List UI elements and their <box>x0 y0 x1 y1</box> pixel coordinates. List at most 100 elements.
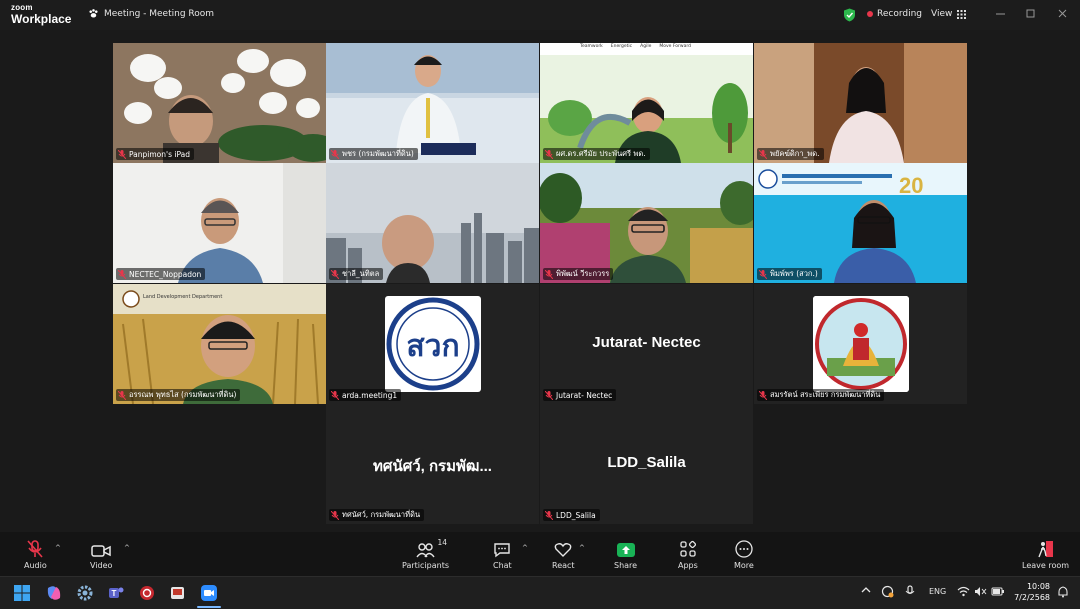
video-tile-panpimon[interactable]: Panpimon's iPad <box>113 43 326 163</box>
audio-options-chevron-icon[interactable]: ^ <box>55 544 61 552</box>
clock-date: 7/2/2568 <box>1014 593 1050 602</box>
audio-button[interactable]: Audio <box>24 538 47 570</box>
participant-video <box>113 43 326 163</box>
recording-dot-icon <box>867 11 873 17</box>
share-button[interactable]: Share <box>614 538 637 570</box>
video-tile-active-speaker[interactable]: Teamwork Energetic Agile Move Forward ผศ… <box>540 43 753 163</box>
muted-mic-icon <box>331 510 339 520</box>
copilot-icon[interactable] <box>45 584 63 602</box>
tray-overflow-chevron-icon[interactable] <box>861 585 871 597</box>
view-label: View <box>931 9 953 19</box>
tray-language[interactable]: ENG <box>929 587 946 596</box>
video-tile-nectec-noppadon[interactable]: NECTEC_Noppadon <box>113 163 326 283</box>
participant-label: พิพัฒน์ วีระกวรร <box>543 268 614 280</box>
video-tile-phimphon[interactable]: 20 พิมพ์พร (สวก.) <box>754 163 967 283</box>
teams-icon[interactable]: T <box>107 584 125 602</box>
video-button[interactable]: Video <box>90 538 112 570</box>
tray-mic-icon[interactable] <box>905 585 915 598</box>
participant-label: พชร (กรมพัฒนาที่ดิน) <box>329 148 418 160</box>
participant-label: ชาลี_นทิตล <box>329 268 384 280</box>
video-tile-phiphat[interactable]: พิพัฒน์ วีระกวรร <box>540 163 753 283</box>
leave-room-button[interactable]: Leave room <box>1022 538 1069 570</box>
muted-mic-icon <box>27 540 43 558</box>
emblem-avatar <box>813 296 909 392</box>
battery-icon[interactable] <box>991 586 1005 597</box>
video-tile-arda-meeting1[interactable]: สวก arda.meeting1 <box>326 284 539 404</box>
clock-time: 10:08 <box>1026 582 1050 591</box>
muted-mic-icon <box>545 390 553 400</box>
chat-options-chevron-icon[interactable]: ^ <box>522 544 528 552</box>
svg-text:T: T <box>112 589 117 598</box>
video-camera-icon <box>91 545 111 557</box>
settings-gear-icon[interactable] <box>76 584 94 602</box>
maximize-icon[interactable] <box>1023 6 1037 20</box>
snipping-tool-icon[interactable] <box>169 584 187 602</box>
meeting-paw-icon <box>89 9 98 18</box>
muted-mic-icon <box>545 149 553 159</box>
zoom-logo: zoom Workplace <box>11 4 71 26</box>
close-icon[interactable] <box>1055 6 1069 20</box>
muted-mic-icon <box>545 269 553 279</box>
title-bar: zoom Workplace Meeting - Meeting Room Re… <box>0 0 1080 30</box>
svg-text:สวก: สวก <box>406 329 459 364</box>
meeting-info[interactable]: Meeting - Meeting Room <box>88 8 214 19</box>
participants-icon <box>415 543 435 558</box>
video-tile-samonrat[interactable]: สมรรัตน์ สระเพียร กรมพัฒนาที่ดิน <box>754 284 967 404</box>
participant-video <box>540 163 753 283</box>
participant-label: สมรรัตน์ สระเพียร กรมพัฒนาที่ดิน <box>757 389 885 401</box>
muted-mic-icon <box>118 269 126 279</box>
muted-mic-icon <box>759 390 767 400</box>
recording-label: Recording <box>877 9 923 19</box>
minimize-icon[interactable] <box>993 6 1007 20</box>
video-tile-jutarat[interactable]: Jutarat- Nectec Jutarat- Nectec <box>540 284 753 404</box>
video-tile-thosanat[interactable]: ทศนัศว์, กรมพัฒ... ทศนัศว์, กรมพัฒนาที่ด… <box>326 404 539 524</box>
chat-button[interactable]: Chat <box>493 538 512 570</box>
more-button[interactable]: More <box>734 538 754 570</box>
share-screen-icon <box>616 543 635 557</box>
windows-start-icon[interactable] <box>13 584 31 602</box>
apps-button[interactable]: Apps <box>678 538 698 570</box>
participant-label: NECTEC_Noppadon <box>116 268 206 280</box>
participants-button[interactable]: 14 Participants <box>402 538 449 570</box>
system-clock[interactable]: 10:08 7/2/2568 <box>1010 581 1050 603</box>
chat-bubble-icon <box>494 543 511 558</box>
participant-video <box>113 163 326 283</box>
participant-display-name: ทศนัศว์, กรมพัฒ... <box>373 458 492 475</box>
muted-mic-icon <box>759 269 767 279</box>
video-tile-ldd-salila[interactable]: LDD_Salila LDD_Salila <box>540 404 753 524</box>
participant-label: Jutarat- Nectec <box>543 389 617 401</box>
video-tile-phayakdika[interactable]: พยัคฆ์ดิกา_พด. <box>754 43 967 163</box>
muted-mic-icon <box>331 269 339 279</box>
participant-display-name: LDD_Salila <box>607 454 686 471</box>
video-tile-chalee[interactable]: ชาลี_นทิตล <box>326 163 539 283</box>
video-tile-annop[interactable]: Land Development Department อรรณพ พุทธไส… <box>113 284 326 404</box>
muted-mic-icon <box>331 390 339 400</box>
tray-sync-icon[interactable] <box>881 585 894 598</box>
participant-label: arda.meeting1 <box>329 389 402 401</box>
leave-door-icon <box>1037 541 1053 558</box>
zoom-app-icon[interactable] <box>200 584 218 602</box>
participant-label: พยัคฆ์ดิกา_พด. <box>757 148 824 160</box>
muted-mic-icon <box>545 510 553 520</box>
react-options-chevron-icon[interactable]: ^ <box>579 544 585 552</box>
security-app-icon[interactable] <box>138 584 156 602</box>
windows-taskbar: T ENG 10:08 7/2/2568 <box>0 576 1080 609</box>
participant-video <box>754 43 967 163</box>
video-tile-pachara[interactable]: พชร (กรมพัฒนาที่ดิน) <box>326 43 539 163</box>
react-button[interactable]: React <box>552 538 575 570</box>
notification-bell-icon[interactable] <box>1057 586 1069 598</box>
more-dots-icon <box>735 540 753 558</box>
volume-muted-icon[interactable] <box>974 586 987 597</box>
participant-label: พิมพ์พร (สวก.) <box>757 268 822 280</box>
video-options-chevron-icon[interactable]: ^ <box>124 544 130 552</box>
participants-count: 14 <box>437 538 448 547</box>
shield-check-icon[interactable] <box>843 8 856 22</box>
view-button[interactable]: View <box>931 9 967 19</box>
meeting-toolbar: Audio ^ Video ^ 14 Participants Chat ^ R… <box>0 532 1080 576</box>
participant-label: Panpimon's iPad <box>116 148 195 160</box>
slide-banner: Teamwork Energetic Agile Move Forward <box>580 44 691 49</box>
wifi-icon[interactable] <box>957 586 970 597</box>
svg-text:20: 20 <box>899 173 923 198</box>
recording-indicator[interactable]: Recording <box>867 9 922 19</box>
participant-video <box>540 43 753 163</box>
